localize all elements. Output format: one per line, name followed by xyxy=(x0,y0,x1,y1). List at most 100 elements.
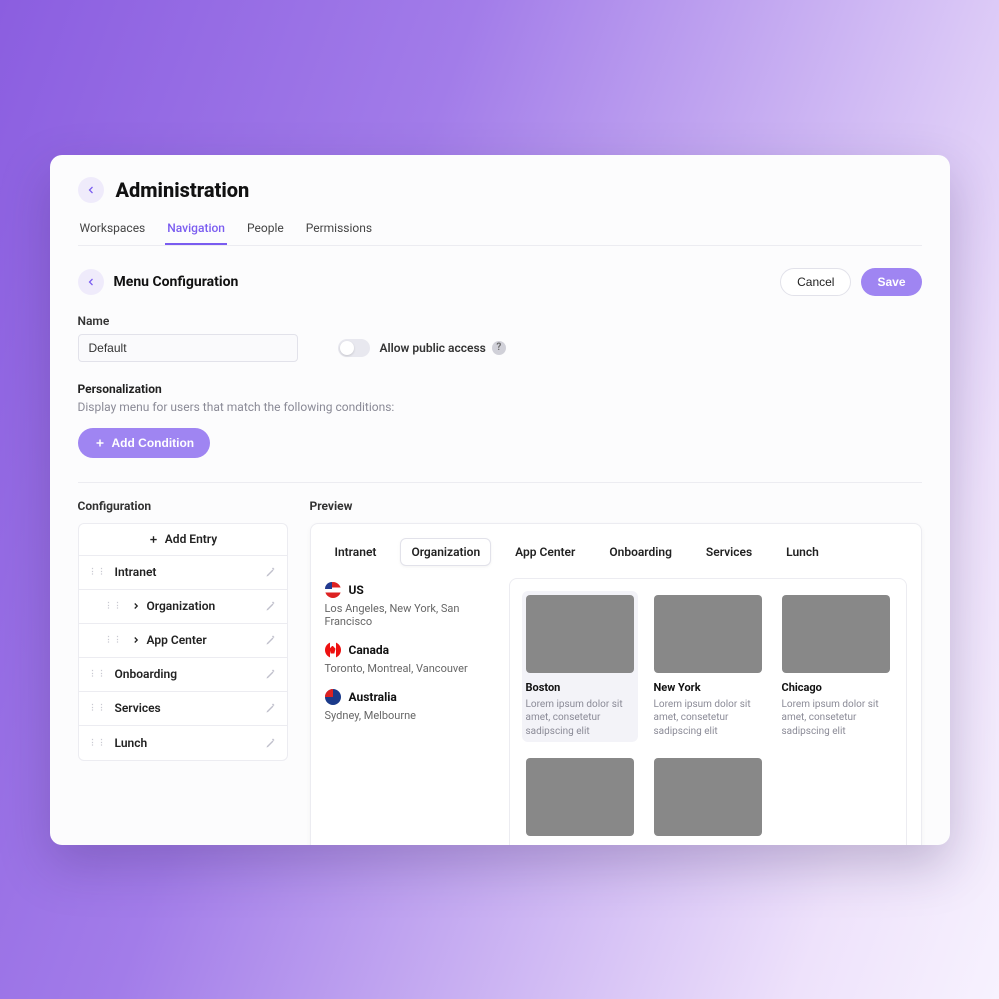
country-cities: Sydney, Melbourne xyxy=(325,709,495,722)
city-cards: Boston Lorem ipsum dolor sit amet, conse… xyxy=(509,578,907,845)
city-name: Los Angeles xyxy=(526,844,634,845)
city-name: San Francisco xyxy=(654,844,762,845)
sub-back-button[interactable] xyxy=(78,269,104,295)
ptab-services[interactable]: Services xyxy=(696,539,762,565)
city-card[interactable]: Chicago Lorem ipsum dolor sit amet, cons… xyxy=(778,591,894,743)
country-name: Australia xyxy=(349,690,397,704)
country-item[interactable]: Australia xyxy=(325,689,495,705)
city-image xyxy=(526,758,634,836)
list-item-label: Lunch xyxy=(115,736,148,750)
arrow-left-icon xyxy=(85,184,97,196)
country-item[interactable]: Canada xyxy=(325,642,495,658)
tab-permissions[interactable]: Permissions xyxy=(304,221,374,245)
personalization: Personalization Display menu for users t… xyxy=(78,382,922,458)
pencil-icon[interactable] xyxy=(265,668,277,680)
help-icon[interactable]: ? xyxy=(492,341,506,355)
back-button[interactable] xyxy=(78,177,104,203)
city-desc: Lorem ipsum dolor sit amet, consetetur s… xyxy=(526,698,634,739)
tab-workspaces[interactable]: Workspaces xyxy=(78,221,148,245)
add-condition-button[interactable]: Add Condition xyxy=(78,428,211,458)
configuration-panel: Configuration Add Entry ⋮⋮ Intranet ⋮⋮ O xyxy=(78,499,288,827)
pencil-icon[interactable] xyxy=(265,737,277,749)
tab-people[interactable]: People xyxy=(245,221,286,245)
country-cities: Los Angeles, New York, San Francisco xyxy=(325,602,495,628)
list-item-label: Onboarding xyxy=(115,667,178,681)
ptab-lunch[interactable]: Lunch xyxy=(776,539,829,565)
chevron-right-icon xyxy=(131,601,141,611)
city-name: New York xyxy=(654,681,762,694)
divider xyxy=(78,482,922,483)
list-item[interactable]: ⋮⋮ Onboarding xyxy=(79,658,287,692)
list-item[interactable]: ⋮⋮ Lunch xyxy=(79,726,287,760)
list-item-label: App Center xyxy=(147,633,207,647)
pencil-icon[interactable] xyxy=(265,634,277,646)
page-title: Administration xyxy=(116,178,250,202)
country-name: US xyxy=(349,583,364,597)
plus-icon xyxy=(94,437,106,449)
grip-icon[interactable]: ⋮⋮ xyxy=(89,706,107,710)
grip-icon[interactable]: ⋮⋮ xyxy=(89,570,107,574)
cancel-button[interactable]: Cancel xyxy=(780,268,851,296)
personalization-title: Personalization xyxy=(78,382,922,396)
list-item[interactable]: ⋮⋮ Intranet xyxy=(79,556,287,590)
form-row: Name Allow public access ? xyxy=(78,314,922,362)
header: Administration xyxy=(78,177,922,203)
city-image xyxy=(654,758,762,836)
name-field: Name xyxy=(78,314,298,362)
list-item[interactable]: ⋮⋮ App Center xyxy=(79,624,287,658)
tab-navigation[interactable]: Navigation xyxy=(165,221,227,245)
chevron-right-icon xyxy=(131,635,141,645)
list-item[interactable]: ⋮⋮ Services xyxy=(79,692,287,726)
preview-tabs: Intranet Organization App Center Onboard… xyxy=(325,538,907,566)
pencil-icon[interactable] xyxy=(265,702,277,714)
grip-icon[interactable]: ⋮⋮ xyxy=(89,672,107,676)
city-card[interactable]: Boston Lorem ipsum dolor sit amet, conse… xyxy=(522,591,638,743)
name-label: Name xyxy=(78,314,298,328)
city-card[interactable]: New York Lorem ipsum dolor sit amet, con… xyxy=(650,591,766,743)
pencil-icon[interactable] xyxy=(265,600,277,612)
configuration-list: Add Entry ⋮⋮ Intranet ⋮⋮ Organization xyxy=(78,523,288,761)
plus-icon xyxy=(148,534,159,545)
country-cities: Toronto, Montreal, Vancouver xyxy=(325,662,495,675)
add-condition-label: Add Condition xyxy=(112,436,195,450)
grip-icon[interactable]: ⋮⋮ xyxy=(105,604,123,608)
add-entry-label: Add Entry xyxy=(165,532,217,546)
save-button[interactable]: Save xyxy=(861,268,921,296)
list-item-label: Organization xyxy=(147,599,216,613)
ptab-onboarding[interactable]: Onboarding xyxy=(599,539,682,565)
city-desc: Lorem ipsum dolor sit amet, consetetur s… xyxy=(782,698,890,739)
name-input[interactable] xyxy=(78,334,298,362)
ptab-intranet[interactable]: Intranet xyxy=(325,539,387,565)
city-image xyxy=(526,595,634,673)
flag-canada-icon xyxy=(325,642,341,658)
public-access-row: Allow public access ? xyxy=(338,334,506,362)
ptab-appcenter[interactable]: App Center xyxy=(505,539,585,565)
city-card[interactable]: San Francisco Lorem ipsum dolor sit amet… xyxy=(650,754,766,845)
city-name: Chicago xyxy=(782,681,890,694)
main-tabs: Workspaces Navigation People Permissions xyxy=(78,221,922,246)
flag-australia-icon xyxy=(325,689,341,705)
personalization-subtitle: Display menu for users that match the fo… xyxy=(78,400,922,414)
country-item[interactable]: US xyxy=(325,582,495,598)
ptab-organization[interactable]: Organization xyxy=(400,538,491,566)
flag-us-icon xyxy=(325,582,341,598)
public-access-label: Allow public access xyxy=(380,341,486,355)
city-card[interactable]: Los Angeles Lorem ipsum dolor sit amet, … xyxy=(522,754,638,845)
city-desc: Lorem ipsum dolor sit amet, consetetur s… xyxy=(654,698,762,739)
admin-window: Administration Workspaces Navigation Peo… xyxy=(50,155,950,845)
city-image xyxy=(782,595,890,673)
preview-panel: Intranet Organization App Center Onboard… xyxy=(310,523,922,845)
grip-icon[interactable]: ⋮⋮ xyxy=(89,741,107,745)
public-access-toggle[interactable] xyxy=(338,339,370,357)
country-name: Canada xyxy=(349,643,390,657)
arrow-left-icon xyxy=(85,276,97,288)
configuration-title: Configuration xyxy=(78,499,288,513)
sub-header: Menu Configuration Cancel Save xyxy=(78,268,922,296)
add-entry-button[interactable]: Add Entry xyxy=(79,524,287,556)
list-item[interactable]: ⋮⋮ Organization xyxy=(79,590,287,624)
country-list: US Los Angeles, New York, San Francisco … xyxy=(325,578,495,845)
pencil-icon[interactable] xyxy=(265,566,277,578)
grip-icon[interactable]: ⋮⋮ xyxy=(105,638,123,642)
list-item-label: Intranet xyxy=(115,565,157,579)
list-item-label: Services xyxy=(115,701,161,715)
